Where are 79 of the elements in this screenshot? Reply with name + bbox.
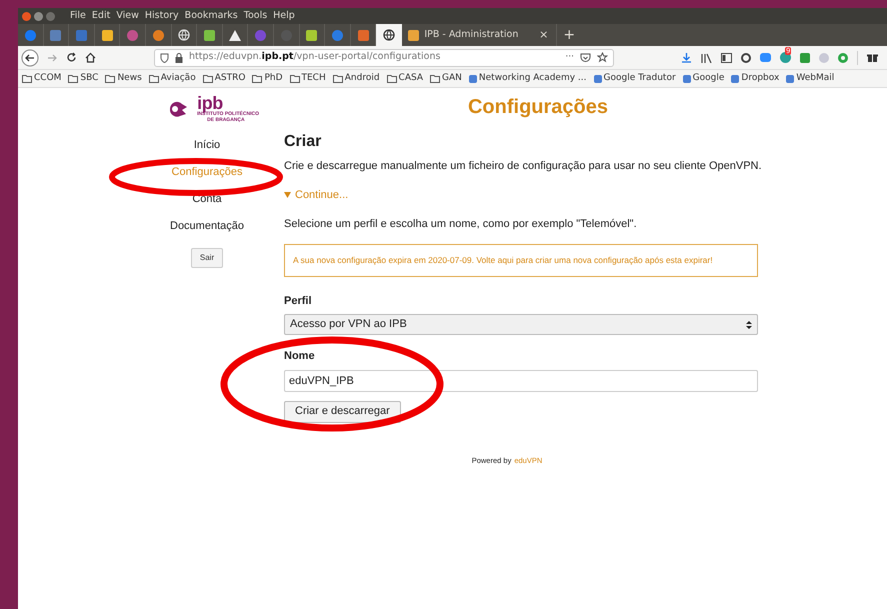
site-icon (468, 74, 477, 82)
bookmark[interactable]: CCOM (22, 72, 62, 86)
page-actions-button[interactable]: ··· (565, 50, 574, 64)
menu-item[interactable]: Tools (244, 8, 268, 24)
logo-wordmark: ipb (197, 95, 223, 111)
url-text: https://eduvpn.ipb.pt/vpn-user-portal/configurations (189, 50, 442, 64)
account-icon[interactable] (741, 52, 751, 62)
description-text: Crie e descarregue manualmente um ficheiro de configuração para usar no seu cliente OpenVPN. (284, 159, 758, 174)
bookmark[interactable]: Aviação (148, 72, 196, 86)
bookmark[interactable]: TECH (290, 72, 326, 86)
bookmark[interactable]: Networking Academy ... (468, 72, 587, 86)
forward-button[interactable] (47, 52, 58, 62)
maximize-icon[interactable] (46, 12, 55, 20)
section-heading: Criar (284, 132, 322, 152)
menu-item[interactable]: File (70, 8, 86, 24)
pinned-tab[interactable] (376, 24, 402, 46)
sidebar-icon[interactable] (721, 52, 732, 62)
close-tab-button[interactable]: × (539, 26, 548, 44)
site-icon (731, 74, 740, 82)
menu-item[interactable]: View (116, 8, 139, 24)
site-icon (594, 74, 602, 82)
bookmark[interactable]: Dropbox (731, 72, 780, 86)
bookmark[interactable]: CASA (386, 72, 424, 86)
site-icon (786, 74, 794, 82)
library-icon[interactable] (701, 52, 712, 62)
folder-icon (290, 74, 300, 82)
site-icon (682, 74, 691, 82)
extension-icon[interactable] (780, 52, 791, 63)
bookmark[interactable]: Google Tradutor (594, 72, 676, 86)
sidebar-link[interactable]: Início (194, 132, 220, 159)
folder-icon (252, 74, 262, 82)
bookmark[interactable]: SBC (68, 72, 98, 86)
menu-item[interactable]: Help (273, 8, 295, 24)
bookmark[interactable]: Google (682, 72, 724, 86)
video-icon[interactable] (760, 53, 771, 62)
bookmark[interactable]: PhD (252, 72, 282, 86)
address-bar[interactable]: https://eduvpn.ipb.pt/vpn-user-portal/configurations ··· (154, 48, 614, 66)
create-download-button[interactable]: Criar e descarregar (284, 400, 401, 422)
tab-title: IPB - Administration (424, 28, 520, 42)
close-window-icon[interactable] (22, 12, 31, 20)
sidebar-link[interactable]: Documentação (170, 213, 244, 240)
minimize-icon[interactable] (34, 12, 43, 20)
folder-icon (68, 74, 78, 82)
gift-icon[interactable] (867, 52, 878, 63)
bookmark[interactable]: News (105, 72, 142, 86)
menu-item[interactable]: History (144, 8, 179, 24)
download-icon[interactable] (681, 52, 692, 63)
bookmark[interactable]: WebMail (786, 72, 834, 86)
folder-icon (22, 74, 32, 82)
bookmark[interactable]: ASTRO (202, 72, 246, 86)
new-tab-button[interactable]: + (557, 24, 582, 46)
field-label: Nome (284, 349, 316, 364)
name-field[interactable]: eduVPN_IPB (284, 370, 758, 392)
disclosure-icon (284, 192, 291, 198)
page-title: Configurações (466, 95, 610, 120)
menu-item[interactable]: Edit (92, 8, 110, 24)
folder-icon (430, 74, 440, 82)
reload-button[interactable] (66, 52, 77, 63)
logout-button[interactable]: Sair (190, 248, 224, 268)
folder-icon (105, 74, 116, 82)
folder-icon (332, 74, 343, 82)
home-button[interactable] (85, 52, 96, 63)
pocket-icon[interactable] (580, 52, 591, 62)
bookmark[interactable]: GAN (430, 72, 462, 86)
bookmark[interactable]: Android (332, 72, 380, 86)
folder-icon (202, 74, 213, 82)
back-button[interactable] (21, 48, 39, 66)
folder-icon (386, 74, 397, 82)
shield-icon (160, 52, 169, 62)
profile-select[interactable]: Acesso por VPN ao IPB (284, 314, 758, 335)
menu-item[interactable]: Bookmarks (184, 8, 238, 24)
star-icon[interactable] (597, 52, 608, 63)
tab-favicon-icon (408, 30, 420, 40)
lock-icon (175, 52, 183, 62)
expiry-alert: A sua nova configuração expira em 2020-07-09. Volte aqui para criar uma nova configuração após esta expirar! (284, 244, 758, 276)
instructions-text: Selecione um perfil e escolha um nome, como por exemplo "Telemóvel". (284, 217, 638, 232)
field-label: Perfil (284, 294, 313, 308)
folder-icon (148, 74, 159, 82)
dropdown-icon (746, 320, 752, 328)
